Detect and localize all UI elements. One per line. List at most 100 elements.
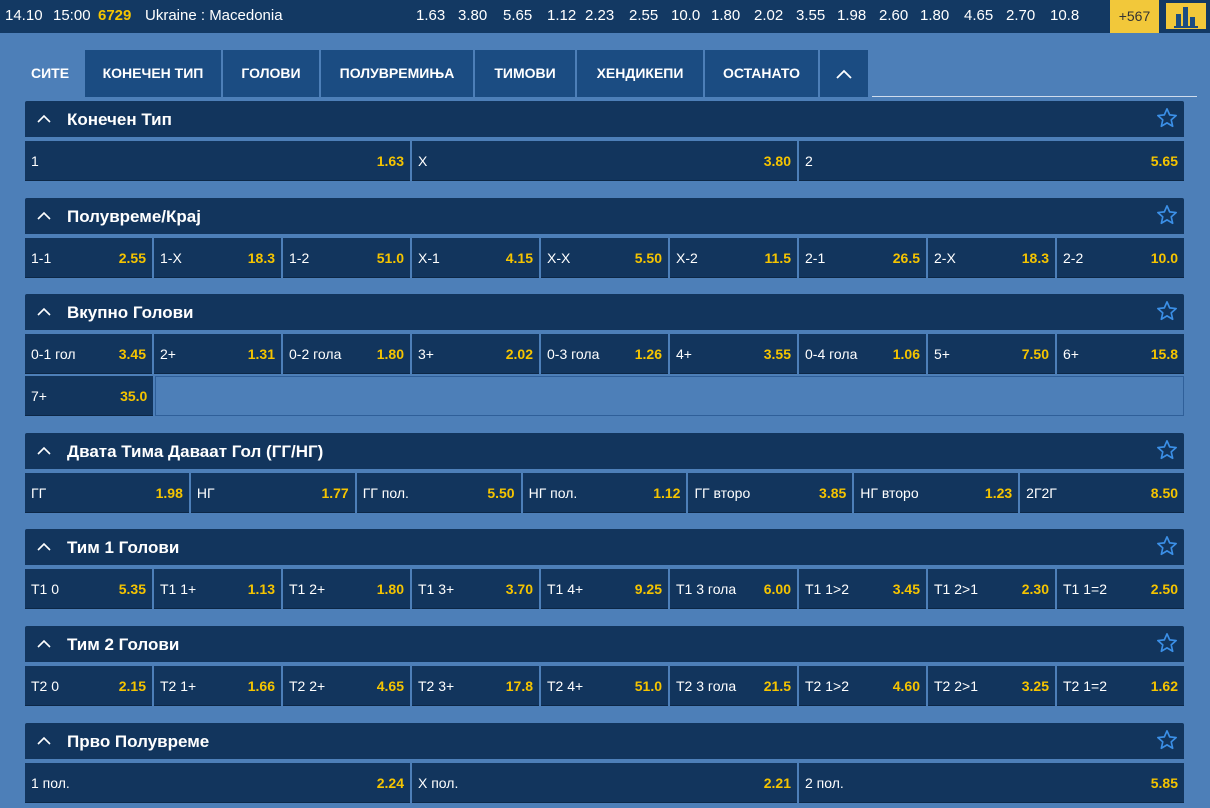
odd-cell[interactable]: 0-3 гола 1.26 xyxy=(541,334,668,374)
market-header[interactable]: Тим 1 Голови xyxy=(25,529,1184,565)
odd-cell[interactable]: Т1 2+ 1.80 xyxy=(283,569,410,609)
header-odd[interactable]: 1.63 xyxy=(416,7,458,24)
header-odd[interactable]: 10.8 xyxy=(1050,7,1090,24)
odd-cell[interactable]: Т1 2>1 2.30 xyxy=(928,569,1055,609)
star-icon[interactable] xyxy=(1156,729,1178,751)
header-odd[interactable]: 2.02 xyxy=(754,7,796,24)
header-odd[interactable]: 1.80 xyxy=(711,7,754,24)
odd-cell[interactable]: НГ второ 1.23 xyxy=(854,473,1019,513)
odd-value: 1.13 xyxy=(247,581,275,597)
tab-1[interactable]: КОНЕЧЕН ТИП xyxy=(85,50,221,97)
tab-2[interactable]: ГОЛОВИ xyxy=(223,50,319,97)
header-odd[interactable]: 2.23 xyxy=(585,7,629,24)
chevron-up-icon[interactable] xyxy=(37,734,51,748)
tab-3[interactable]: ПОЛУВРЕМИЊА xyxy=(321,50,473,97)
odd-cell[interactable]: X-X 5.50 xyxy=(541,238,668,278)
tab-0[interactable]: СИТЕ xyxy=(17,50,83,97)
header-odd[interactable]: 1.12 xyxy=(547,7,585,24)
odd-cell[interactable]: Т2 1>2 4.60 xyxy=(799,666,926,706)
odd-cell[interactable]: Т2 2+ 4.65 xyxy=(283,666,410,706)
odd-cell[interactable]: 1-1 2.55 xyxy=(25,238,152,278)
tab-4[interactable]: ТИМОВИ xyxy=(475,50,575,97)
header-odd[interactable]: 4.65 xyxy=(964,7,1006,24)
odd-cell[interactable]: 0-4 гола 1.06 xyxy=(799,334,926,374)
odd-cell[interactable]: 1 пол. 2.24 xyxy=(25,763,410,803)
odd-cell[interactable]: 3+ 2.02 xyxy=(412,334,539,374)
odd-cell[interactable]: X 3.80 xyxy=(412,141,797,181)
odd-cell[interactable]: 7+ 35.0 xyxy=(25,376,154,416)
odd-cell[interactable]: Т2 2>1 3.25 xyxy=(928,666,1055,706)
odd-cell[interactable]: Т1 3 гола 6.00 xyxy=(670,569,797,609)
odd-cell[interactable]: 2-1 26.5 xyxy=(799,238,926,278)
header-odd[interactable]: 3.80 xyxy=(458,7,503,24)
odd-cell[interactable]: 2-X 18.3 xyxy=(928,238,1055,278)
odd-cell[interactable]: 5+ 7.50 xyxy=(928,334,1055,374)
odd-label: 2-2 xyxy=(1063,250,1084,266)
header-odd[interactable]: 3.55 xyxy=(796,7,837,24)
chevron-up-icon[interactable] xyxy=(37,305,51,319)
tab-6[interactable]: ОСТАНАТО xyxy=(705,50,818,97)
chevron-up-icon[interactable] xyxy=(37,112,51,126)
odd-cell[interactable]: Т2 3 гола 21.5 xyxy=(670,666,797,706)
chevron-up-icon[interactable] xyxy=(37,444,51,458)
star-icon[interactable] xyxy=(1156,300,1178,322)
header-odd[interactable]: 10.0 xyxy=(671,7,711,24)
bar-chart-icon[interactable] xyxy=(1166,3,1206,29)
header-odd[interactable]: 1.98 xyxy=(837,7,879,24)
star-icon[interactable] xyxy=(1156,632,1178,654)
odd-cell[interactable]: Т1 1=2 2.50 xyxy=(1057,569,1184,609)
header-odd[interactable]: 2.70 xyxy=(1006,7,1050,24)
star-icon[interactable] xyxy=(1156,439,1178,461)
chevron-up-icon[interactable] xyxy=(37,209,51,223)
odd-cell[interactable]: 6+ 15.8 xyxy=(1057,334,1184,374)
odd-cell[interactable]: 2Г2Г 8.50 xyxy=(1020,473,1185,513)
odd-cell[interactable]: Т1 3+ 3.70 xyxy=(412,569,539,609)
odd-cell[interactable]: 0-2 гола 1.80 xyxy=(283,334,410,374)
odd-cell[interactable]: 1-X 18.3 xyxy=(154,238,281,278)
collapse-tabs-button[interactable] xyxy=(820,50,868,97)
odd-cell[interactable]: НГ 1.77 xyxy=(190,473,355,513)
market-header[interactable]: Конечен Тип xyxy=(25,101,1184,137)
chevron-up-icon[interactable] xyxy=(37,540,51,554)
odd-cell[interactable]: ГГ 1.98 xyxy=(25,473,189,513)
header-odd[interactable]: 2.60 xyxy=(879,7,920,24)
odd-cell[interactable]: X-2 11.5 xyxy=(670,238,797,278)
odd-cell[interactable]: 2-2 10.0 xyxy=(1057,238,1184,278)
market-section: Тим 1 Голови Т1 0 5.35 Т1 1+ 1.13 Т1 2+ 1.80 Т1… xyxy=(25,529,1184,611)
odd-cell[interactable]: 2 пол. 5.85 xyxy=(799,763,1184,803)
odd-cell[interactable]: 1 1.63 xyxy=(25,141,410,181)
odd-cell[interactable]: X-1 4.15 xyxy=(412,238,539,278)
odd-cell[interactable]: НГ пол. 1.12 xyxy=(522,473,687,513)
odd-cell[interactable]: X пол. 2.21 xyxy=(412,763,797,803)
star-icon[interactable] xyxy=(1156,535,1178,557)
odd-cell[interactable]: Т2 4+ 51.0 xyxy=(541,666,668,706)
odd-cell[interactable]: 0-1 гол 3.45 xyxy=(25,334,152,374)
star-icon[interactable] xyxy=(1156,204,1178,226)
odd-cell[interactable]: 2+ 1.31 xyxy=(154,334,281,374)
odd-cell[interactable]: ГГ второ 3.85 xyxy=(688,473,853,513)
odd-cell[interactable]: Т1 0 5.35 xyxy=(25,569,152,609)
odd-cell[interactable]: 1-2 51.0 xyxy=(283,238,410,278)
odd-cell[interactable]: Т2 1=2 1.62 xyxy=(1057,666,1184,706)
header-odd[interactable]: 1.80 xyxy=(920,7,964,24)
odd-cell[interactable]: ГГ пол. 5.50 xyxy=(356,473,521,513)
market-header[interactable]: Прво Полувреме xyxy=(25,723,1184,759)
odd-cell[interactable]: Т2 1+ 1.66 xyxy=(154,666,281,706)
odd-cell[interactable]: Т1 1+ 1.13 xyxy=(154,569,281,609)
tab-5[interactable]: ХЕНДИКЕПИ xyxy=(577,50,703,97)
header-odd[interactable]: 2.55 xyxy=(629,7,671,24)
market-header[interactable]: Полувреме/Крај xyxy=(25,198,1184,234)
header-odd[interactable]: 5.65 xyxy=(503,7,547,24)
odd-cell[interactable]: Т2 3+ 17.8 xyxy=(412,666,539,706)
odd-cell[interactable]: Т2 0 2.15 xyxy=(25,666,152,706)
odd-cell[interactable]: 2 5.65 xyxy=(799,141,1184,181)
chevron-up-icon[interactable] xyxy=(37,637,51,651)
market-header[interactable]: Тим 2 Голови xyxy=(25,626,1184,662)
market-header[interactable]: Двата Тима Даваат Гол (ГГ/НГ) xyxy=(25,433,1184,469)
odd-cell[interactable]: Т1 4+ 9.25 xyxy=(541,569,668,609)
market-header[interactable]: Вкупно Голови xyxy=(25,294,1184,330)
odd-cell[interactable]: 4+ 3.55 xyxy=(670,334,797,374)
more-markets-button[interactable]: +567 xyxy=(1110,0,1159,33)
odd-cell[interactable]: Т1 1>2 3.45 xyxy=(799,569,926,609)
star-icon[interactable] xyxy=(1156,107,1178,129)
